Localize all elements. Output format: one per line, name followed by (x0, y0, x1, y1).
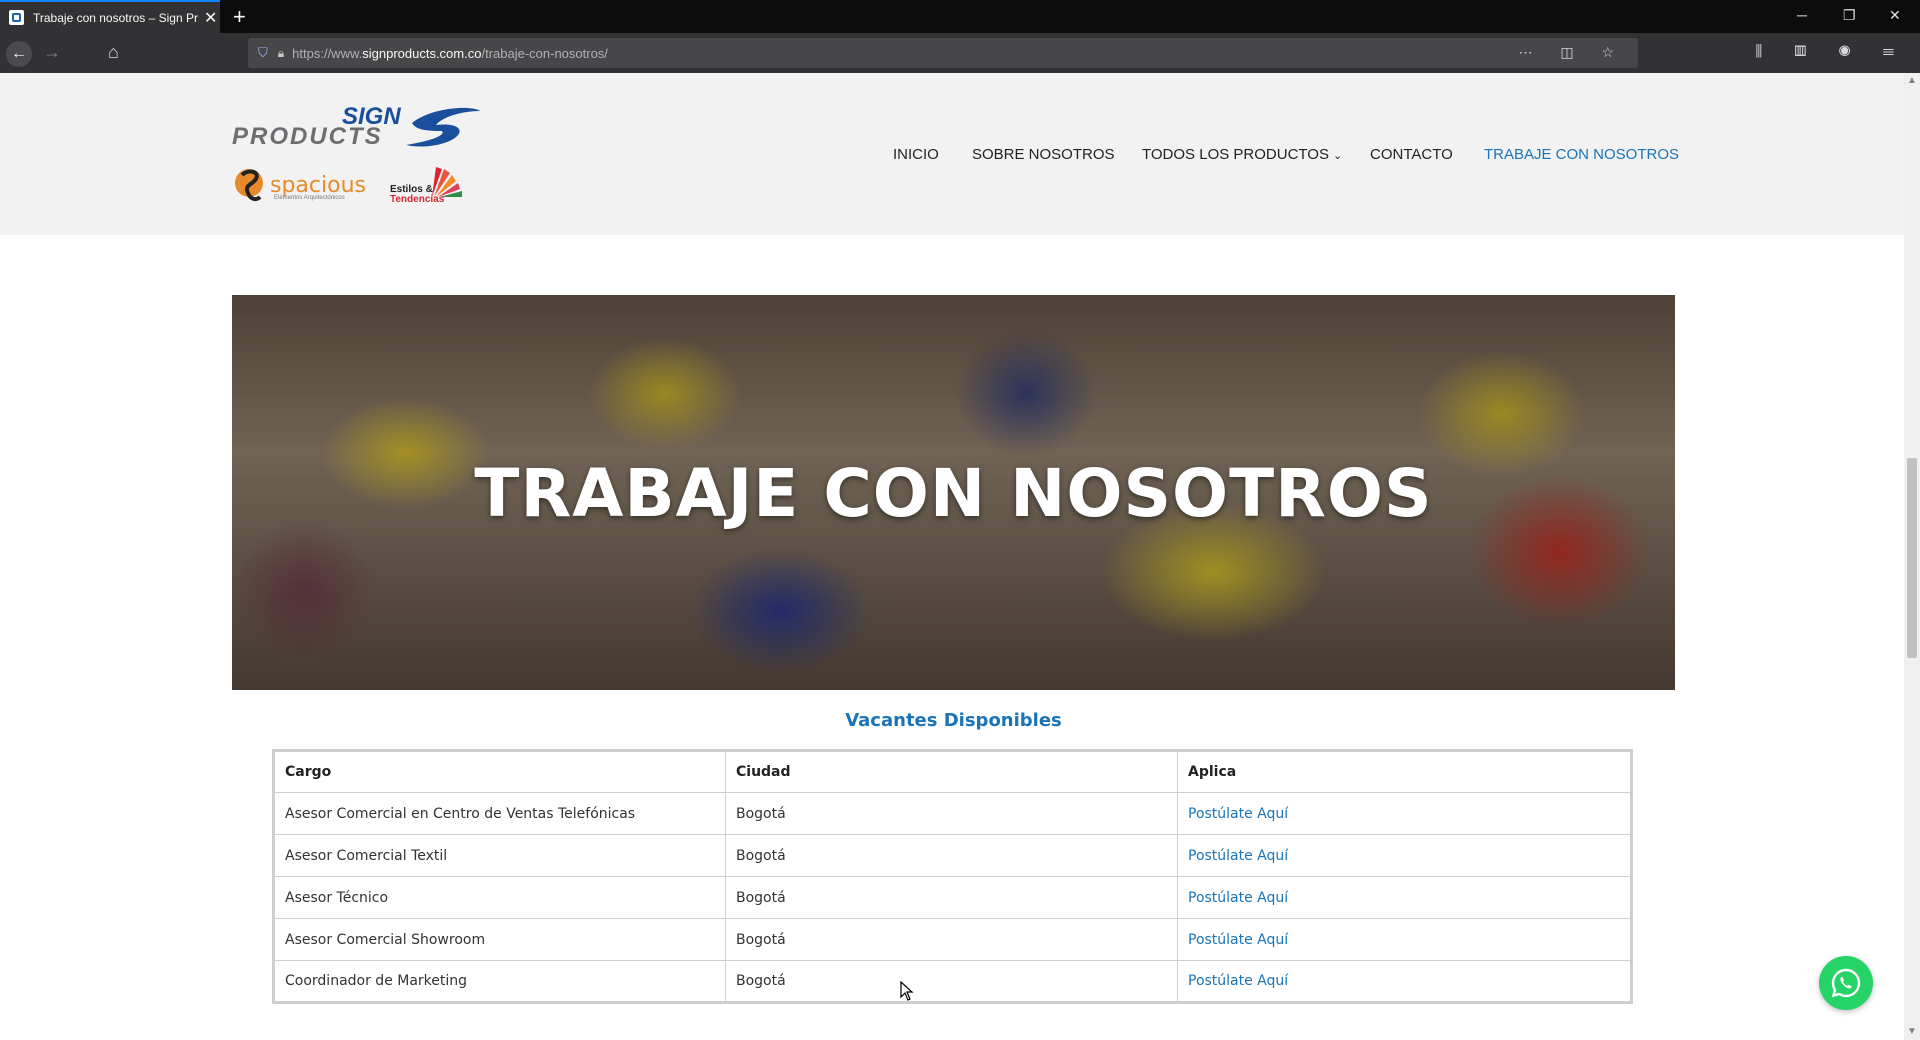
vacancies-table: Cargo Ciudad Aplica Asesor Comercial en … (272, 749, 1633, 1004)
minimize-icon[interactable]: ─ (1797, 7, 1807, 23)
browser-nav-bar: ← → ⌂ ⛉ 🔒︎ https://www.signproducts.com.… (0, 33, 1920, 73)
url-prefix: https://www. (292, 45, 363, 61)
ciudad-cell: Bogotá (725, 792, 1178, 835)
chevron-down-icon: ⌄ (1332, 150, 1343, 162)
nav-sobre-nosotros[interactable]: SOBRE NOSOTROS (972, 146, 1115, 166)
nav-contacto[interactable]: CONTACTO (1370, 146, 1453, 166)
back-button[interactable]: ← (6, 41, 32, 67)
whatsapp-button[interactable] (1819, 956, 1873, 1010)
spacious-mark-icon (235, 169, 263, 202)
table-row: Asesor Comercial Showroom Bogotá Postúla… (273, 918, 1632, 961)
browser-tab-bar: Trabaje con nosotros – Sign Pr ✕ + ─ ❐ ✕ (0, 0, 1920, 33)
table-row: Asesor Comercial en Centro de Ventas Tel… (273, 792, 1632, 835)
tab-title: Trabaje con nosotros – Sign Pr (33, 10, 198, 25)
spacious-subtitle: Elementos Arquitectónicos (274, 195, 345, 201)
nav-todos-los-productos-label: TODOS LOS PRODUCTOS (1142, 146, 1329, 163)
table-header-row: Cargo Ciudad Aplica (273, 750, 1632, 793)
apply-link[interactable]: Postúlate Aquí (1188, 932, 1288, 948)
table-row: Asesor Técnico Bogotá Postúlate Aquí (273, 876, 1632, 919)
url-text[interactable]: https://www.signproducts.com.co/trabaje-… (292, 46, 608, 61)
page-actions-icons[interactable]: ⋯ ◫ ☆ (1518, 44, 1626, 61)
tendencias-text: Tendencias (390, 194, 445, 205)
apply-link[interactable]: Postúlate Aquí (1188, 848, 1288, 864)
tracking-shield-icon[interactable]: ⛉ (258, 45, 268, 61)
header-cargo: Cargo (273, 750, 726, 793)
site-favicon-icon (9, 10, 24, 25)
new-tab-button[interactable]: + (233, 4, 246, 30)
logo-products-text: PRODUCTS (232, 123, 383, 150)
nav-todos-los-productos[interactable]: TODOS LOS PRODUCTOS ⌄ (1142, 146, 1342, 166)
whatsapp-icon (1831, 968, 1861, 998)
restore-icon[interactable]: ❐ (1843, 7, 1856, 24)
toolbar-right-icons[interactable]: ⫼ ▥ ◉ ☰ (1755, 43, 1908, 60)
url-path: /trabaje-con-nosotros/ (481, 45, 608, 61)
ciudad-cell: Bogotá (725, 918, 1178, 961)
spacious-logo[interactable]: spacious Elementos Arquitectónicos (234, 165, 366, 207)
hero-banner: TRABAJE CON NOSOTROS (232, 295, 1675, 690)
apply-link[interactable]: Postúlate Aquí (1188, 973, 1288, 989)
ciudad-cell: Bogotá (725, 960, 1178, 1003)
cargo-cell: Asesor Comercial Textil (273, 834, 726, 877)
mouse-cursor-icon (900, 981, 914, 1001)
web-page: SIGN PRODUCTS spacious Elementos Arquite… (0, 73, 1904, 1040)
forward-button[interactable]: → (43, 42, 61, 63)
cargo-cell: Coordinador de Marketing (273, 960, 726, 1003)
sign-products-logo[interactable]: SIGN PRODUCTS (232, 103, 484, 153)
nav-inicio[interactable]: INICIO (893, 146, 939, 166)
tab-close-icon[interactable]: ✕ (204, 8, 217, 28)
url-domain: signproducts.com.co (362, 45, 482, 61)
scroll-down-icon[interactable]: ▼ (1907, 1026, 1917, 1037)
nav-trabaje-con-nosotros[interactable]: TRABAJE CON NOSOTROS (1484, 146, 1679, 166)
site-header: SIGN PRODUCTS spacious Elementos Arquite… (0, 73, 1904, 235)
url-bar[interactable]: ⛉ 🔒︎ https://www.signproducts.com.co/tra… (248, 38, 1638, 68)
cargo-cell: Asesor Comercial Showroom (273, 918, 726, 961)
home-button[interactable]: ⌂ (108, 42, 119, 63)
table-row: Asesor Comercial Textil Bogotá Postúlate… (273, 834, 1632, 877)
cargo-cell: Asesor Técnico (273, 876, 726, 919)
header-aplica: Aplica (1177, 750, 1632, 793)
logo-swoosh-icon (406, 107, 480, 147)
ciudad-cell: Bogotá (725, 834, 1178, 877)
vacancies-title: Vacantes Disponibles (845, 710, 1062, 731)
apply-link[interactable]: Postúlate Aquí (1188, 806, 1288, 822)
scrollbar-thumb[interactable] (1907, 458, 1917, 658)
apply-link[interactable]: Postúlate Aquí (1188, 890, 1288, 906)
lock-icon[interactable]: 🔒︎ (278, 46, 284, 61)
header-ciudad: Ciudad (725, 750, 1178, 793)
cargo-cell: Asesor Comercial en Centro de Ventas Tel… (273, 792, 726, 835)
close-window-icon[interactable]: ✕ (1889, 7, 1901, 24)
hero-title: TRABAJE CON NOSOTROS (474, 455, 1433, 532)
page-scrollbar[interactable]: ▲ ▼ (1904, 73, 1920, 1040)
estilos-tendencias-logo[interactable]: Estilos & Tendencias (388, 163, 468, 209)
scroll-up-icon[interactable]: ▲ (1907, 75, 1917, 86)
browser-tab[interactable]: Trabaje con nosotros – Sign Pr ✕ (0, 0, 220, 33)
ciudad-cell: Bogotá (725, 876, 1178, 919)
table-row: Coordinador de Marketing Bogotá Postúlat… (273, 960, 1632, 1003)
